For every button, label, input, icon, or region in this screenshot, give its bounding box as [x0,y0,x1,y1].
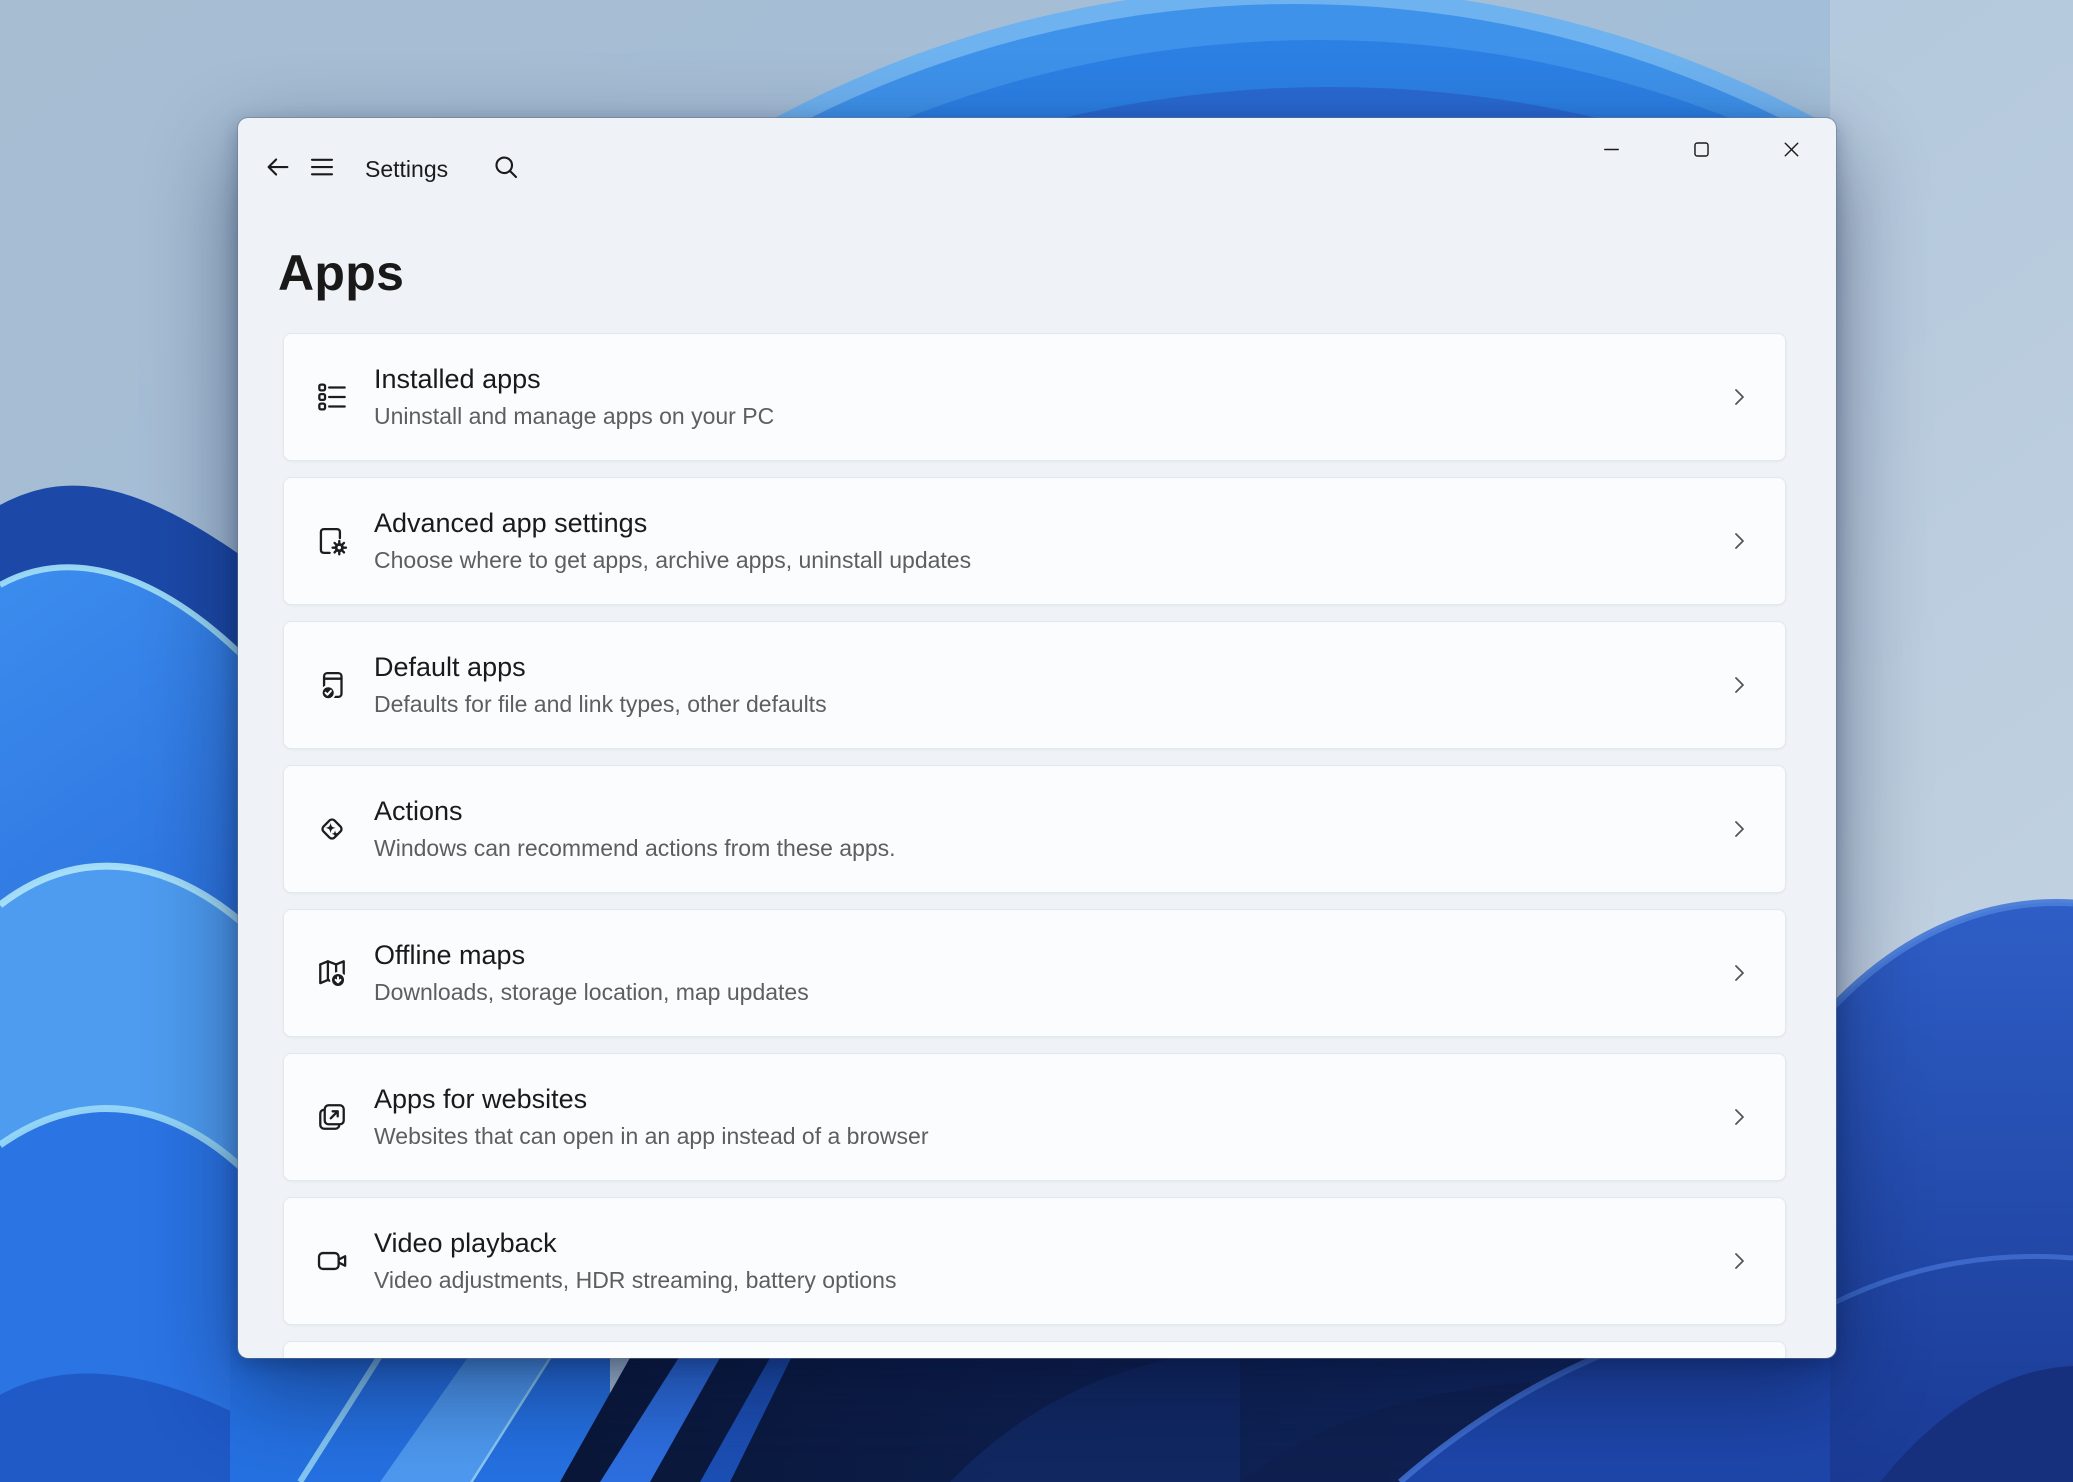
navigation-menu-button[interactable] [305,150,339,184]
settings-list: Installed apps Uninstall and manage apps… [283,333,1786,1358]
window-controls [1566,118,1836,180]
card-title: Apps for websites [374,1084,588,1114]
maximize-icon [1693,141,1709,157]
card-subtitle: Defaults for file and link types, other … [374,691,827,717]
hamburger-icon [310,158,334,176]
settings-card-advanced-app-settings[interactable]: Advanced app settings Choose where to ge… [283,477,1786,605]
minimize-icon [1603,148,1619,150]
close-button[interactable] [1746,118,1836,180]
chevron-right-icon [1727,529,1751,553]
card-title: Default apps [374,652,526,682]
offline-maps-icon [313,954,351,992]
chevron-right-icon [1727,817,1751,841]
card-title: Advanced app settings [374,508,648,538]
close-icon [1784,142,1798,156]
settings-window: Settings Apps Installed apps Uninstall a… [237,117,1837,1359]
page-title: Apps [278,244,405,301]
search-button[interactable] [489,150,523,184]
card-title: Offline maps [374,940,526,970]
actions-icon [313,810,351,848]
maximize-button[interactable] [1656,118,1746,180]
chevron-right-icon [1727,961,1751,985]
installed-apps-icon [313,378,351,416]
chevron-right-icon [1727,1105,1751,1129]
card-title: Actions [374,796,463,826]
settings-card-default-apps[interactable]: Default apps Defaults for file and link … [283,621,1786,749]
settings-card-partial[interactable] [283,1341,1786,1358]
card-subtitle: Choose where to get apps, archive apps, … [374,547,972,573]
settings-card-video-playback[interactable]: Video playback Video adjustments, HDR st… [283,1197,1786,1325]
advanced-app-settings-icon [313,522,351,560]
settings-card-offline-maps[interactable]: Offline maps Downloads, storage location… [283,909,1786,1037]
card-subtitle: Windows can recommend actions from these… [374,835,896,861]
card-subtitle: Downloads, storage location, map updates [374,979,809,1005]
card-subtitle: Websites that can open in an app instead… [374,1123,929,1149]
minimize-button[interactable] [1566,118,1656,180]
chevron-right-icon [1727,385,1751,409]
card-title: Installed apps [374,364,541,394]
app-title: Settings [365,156,449,182]
chevron-right-icon [1727,1249,1751,1273]
chevron-right-icon [1727,673,1751,697]
apps-for-websites-icon [313,1098,351,1136]
search-icon [495,156,518,179]
card-subtitle: Uninstall and manage apps on your PC [374,403,775,429]
default-apps-icon [313,666,351,704]
desktop: Settings Apps Installed apps Uninstall a… [0,0,2073,1482]
video-playback-icon [313,1242,351,1280]
card-subtitle: Video adjustments, HDR streaming, batter… [374,1267,897,1293]
settings-card-apps-for-websites[interactable]: Apps for websites Websites that can open… [283,1053,1786,1181]
back-button[interactable] [261,150,295,184]
settings-card-actions[interactable]: Actions Windows can recommend actions fr… [283,765,1786,893]
back-arrow-icon [267,158,289,176]
titlebar: Settings [238,118,1836,190]
settings-card-installed-apps[interactable]: Installed apps Uninstall and manage apps… [283,333,1786,461]
card-title: Video playback [374,1228,557,1258]
